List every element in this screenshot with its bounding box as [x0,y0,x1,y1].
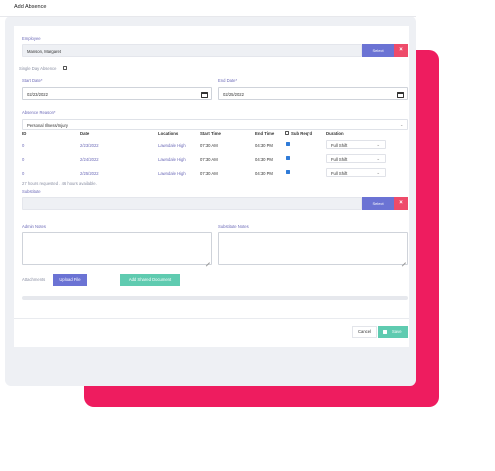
chevron-down-icon: ⌄ [376,156,380,161]
column-header-id: ID [22,131,27,136]
start-date-input[interactable]: 02/23/2022 [22,87,212,100]
column-header-duration: Duration [326,131,344,136]
row-id: 0 [22,171,25,176]
close-icon: × [399,200,403,206]
sub-req-checkbox[interactable] [286,142,290,146]
chevron-down-icon: ⌄ [376,142,380,147]
close-icon: × [399,47,403,53]
admin-notes-label: Admin Notes [22,224,46,229]
employee-label: Employee [22,36,41,41]
hours-summary: 27 hours requested . 46 hours available. [22,181,97,186]
row-date: 2/25/2022 [80,171,99,176]
column-header-sub-req: Sub Req'd [291,131,313,136]
dialog-header: Add Absence [0,0,416,17]
row-date: 2/24/2022 [80,157,99,162]
resize-handle-icon[interactable] [402,259,406,263]
select-all-sub-req-checkbox[interactable] [285,131,289,135]
upload-progress-bar [22,296,408,300]
add-shared-document-button[interactable]: Add Shared Document [120,274,180,286]
absence-reason-label: Absence Reason* [22,110,56,115]
single-day-label: Single Day Absence [19,66,57,71]
duration-select[interactable]: Full Shift ⌄ [326,168,386,177]
row-end-time: 04:30 PM [255,171,273,176]
resize-handle-icon[interactable] [206,259,210,263]
duration-value: Full Shift [331,171,348,176]
save-icon [383,329,387,334]
row-location: Lawndale High [158,143,186,148]
calendar-icon[interactable] [201,91,208,98]
substitute-field[interactable] [22,197,362,210]
row-location: Lawndale High [158,171,186,176]
row-start-time: 07:30 AM [200,157,218,162]
duration-value: Full Shift [331,143,348,148]
sub-req-checkbox[interactable] [286,156,290,160]
single-day-checkbox[interactable] [63,66,67,70]
save-button[interactable]: Save [378,326,408,338]
row-start-time: 07:30 AM [200,171,218,176]
column-header-date: Date [80,131,90,136]
substitute-clear-button[interactable]: × [394,197,408,210]
duration-value: Full Shift [331,157,348,162]
row-location: Lawndale High [158,157,186,162]
start-date-value: 02/23/2022 [27,91,48,97]
cancel-button[interactable]: Cancel [352,326,377,338]
attachments-label: Attachments [22,277,46,282]
column-header-locations: Locations [158,131,179,136]
calendar-icon[interactable] [397,91,404,98]
substitute-notes-label: Substitute Notes [218,224,249,229]
employee-clear-button[interactable]: × [394,44,408,57]
duration-select[interactable]: Full Shift ⌄ [326,140,386,149]
end-date-label: End Date* [218,78,238,83]
absence-reason-value: Personal Illness/Injury [27,122,68,128]
column-header-start-time: Start Time [200,131,221,136]
row-end-time: 04:30 PM [255,157,273,162]
employee-field[interactable]: Manson, Margaret [22,44,362,57]
start-date-label: Start Date* [22,78,43,83]
employee-value: Manson, Margaret [27,48,61,54]
chevron-down-icon: ⌄ [376,170,380,175]
row-end-time: 04:30 PM [255,143,273,148]
save-label: Save [392,329,402,334]
employee-select-button[interactable]: Select [362,44,394,57]
column-header-end-time: End Time [255,131,275,136]
row-date: 2/23/2022 [80,143,99,148]
row-id: 0 [22,157,25,162]
footer-divider [14,318,409,319]
end-date-input[interactable]: 02/25/2022 [218,87,408,100]
admin-notes-textarea[interactable] [22,232,212,265]
sub-req-checkbox[interactable] [286,170,290,174]
dialog-title: Add Absence [14,4,47,10]
upload-file-button[interactable]: Upload File [53,274,87,286]
chevron-down-icon: ⌄ [400,121,404,127]
duration-select[interactable]: Full Shift ⌄ [326,154,386,163]
row-id: 0 [22,143,25,148]
end-date-value: 02/25/2022 [223,91,244,97]
substitute-select-button[interactable]: Select [362,197,394,210]
row-start-time: 07:30 AM [200,143,218,148]
substitute-label: Substitute [22,189,41,194]
absence-reason-select[interactable]: Personal Illness/Injury ⌄ [22,119,408,130]
substitute-notes-textarea[interactable] [218,232,408,265]
